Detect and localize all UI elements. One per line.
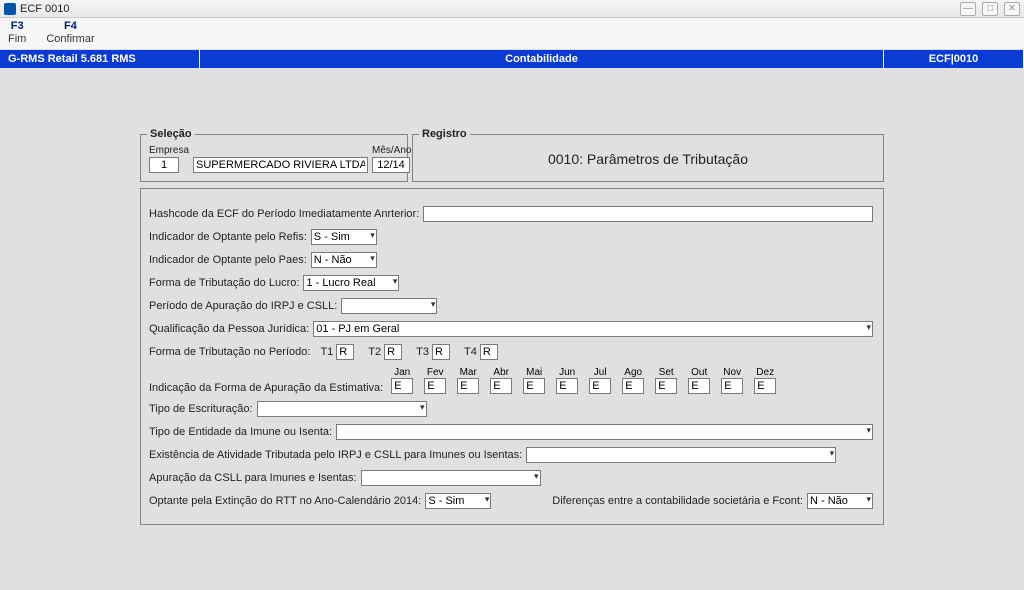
t2-label: T2 — [368, 346, 381, 358]
month-input-mai[interactable] — [523, 378, 545, 394]
month-input-ago[interactable] — [622, 378, 644, 394]
month-input-abr[interactable] — [490, 378, 512, 394]
t4-input[interactable] — [480, 344, 498, 360]
month-header-jun: Jun — [554, 367, 580, 378]
menu-f3[interactable]: F3 Fim — [8, 20, 26, 46]
menu-f3-key: F3 — [8, 20, 26, 33]
tipo-entidade-select[interactable] — [336, 424, 873, 440]
app-icon — [4, 3, 16, 15]
menu-f3-label: Fim — [8, 33, 26, 46]
tipo-escrit-label: Tipo de Escrituração: — [149, 403, 253, 415]
blue-bar-left: G-RMS Retail 5.681 RMS — [0, 50, 200, 68]
mesano-label: Mês/Ano — [372, 145, 411, 156]
blue-bar-right: ECF|0010 — [884, 50, 1024, 68]
close-icon[interactable]: ✕ — [1004, 2, 1020, 16]
menu-f4-key: F4 — [46, 20, 94, 33]
month-input-fev[interactable] — [424, 378, 446, 394]
month-input-dez[interactable] — [754, 378, 776, 394]
paes-label: Indicador de Optante pelo Paes: — [149, 254, 307, 266]
blue-bar: G-RMS Retail 5.681 RMS Contabilidade ECF… — [0, 50, 1024, 68]
qualif-select[interactable] — [313, 321, 873, 337]
t3-label: T3 — [416, 346, 429, 358]
indic-estim-label: Indicação da Forma de Apuração da Estima… — [149, 382, 383, 394]
blue-bar-center: Contabilidade — [200, 50, 884, 68]
month-header-dez: Dez — [752, 367, 778, 378]
month-header-out: Out — [686, 367, 712, 378]
tipo-escrit-select[interactable] — [257, 401, 427, 417]
qualif-label: Qualificação da Pessoa Jurídica: — [149, 323, 309, 335]
registro-legend: Registro — [419, 128, 470, 140]
month-input-jan[interactable] — [391, 378, 413, 394]
minimize-icon[interactable]: — — [960, 2, 976, 16]
empresa-nome-input — [193, 157, 368, 173]
month-header-jan: Jan — [389, 367, 415, 378]
menu-f4[interactable]: F4 Confirmar — [46, 20, 94, 46]
month-header-set: Set — [653, 367, 679, 378]
workspace: Seleção Empresa Mês/Ano — [0, 68, 1024, 590]
atividade-label: Existência de Atividade Tributada pelo I… — [149, 449, 522, 461]
month-input-jun[interactable] — [556, 378, 578, 394]
apur-csll-select[interactable] — [361, 470, 541, 486]
empresa-label: Empresa — [149, 145, 189, 156]
dif-label: Diferenças entre a contabilidade societá… — [552, 495, 803, 507]
month-input-jul[interactable] — [589, 378, 611, 394]
t1-input[interactable] — [336, 344, 354, 360]
month-header-nov: Nov — [719, 367, 745, 378]
month-header-mar: Mar — [455, 367, 481, 378]
month-header-fev: Fev — [422, 367, 448, 378]
periodo-select[interactable] — [341, 298, 437, 314]
mesano-input[interactable] — [372, 157, 410, 173]
month-input-nov[interactable] — [721, 378, 743, 394]
group-main: Hashcode da ECF do Período Imediatamente… — [140, 188, 884, 525]
hashcode-label: Hashcode da ECF do Período Imediatamente… — [149, 208, 419, 220]
window-titlebar: ECF 0010 — □ ✕ — [0, 0, 1024, 18]
t3-input[interactable] — [432, 344, 450, 360]
month-input-mar[interactable] — [457, 378, 479, 394]
t2-input[interactable] — [384, 344, 402, 360]
maximize-icon[interactable]: □ — [982, 2, 998, 16]
apur-csll-label: Apuração da CSLL para Imunes e Isentas: — [149, 472, 357, 484]
atividade-select[interactable] — [526, 447, 836, 463]
group-selecao: Seleção Empresa Mês/Ano — [140, 134, 408, 182]
refis-select[interactable] — [311, 229, 377, 245]
refis-label: Indicador de Optante pelo Refis: — [149, 231, 307, 243]
t1-label: T1 — [320, 346, 333, 358]
window-title: ECF 0010 — [20, 3, 960, 15]
forma-lucro-select[interactable] — [303, 275, 399, 291]
group-registro: Registro 0010: Parâmetros de Tributação — [412, 134, 884, 182]
periodo-label: Período de Apuração do IRPJ e CSLL: — [149, 300, 337, 312]
dif-select[interactable] — [807, 493, 873, 509]
registro-title: 0010: Parâmetros de Tributação — [548, 151, 748, 167]
rtt-label: Optante pela Extinção do RTT no Ano-Cale… — [149, 495, 421, 507]
forma-periodo-label: Forma de Tributação no Período: — [149, 346, 310, 358]
month-header-abr: Abr — [488, 367, 514, 378]
forma-lucro-label: Forma de Tributação do Lucro: — [149, 277, 299, 289]
rtt-select[interactable] — [425, 493, 491, 509]
tipo-entidade-label: Tipo de Entidade da Imune ou Isenta: — [149, 426, 332, 438]
month-input-set[interactable] — [655, 378, 677, 394]
month-input-out[interactable] — [688, 378, 710, 394]
month-header-mai: Mai — [521, 367, 547, 378]
empresa-cod-input[interactable] — [149, 157, 179, 173]
selecao-legend: Seleção — [147, 128, 195, 140]
month-header-jul: Jul — [587, 367, 613, 378]
month-header-ago: Ago — [620, 367, 646, 378]
paes-select[interactable] — [311, 252, 377, 268]
hashcode-input[interactable] — [423, 206, 873, 222]
menu-f4-label: Confirmar — [46, 33, 94, 46]
menu-bar: F3 Fim F4 Confirmar — [0, 18, 1024, 50]
t4-label: T4 — [464, 346, 477, 358]
